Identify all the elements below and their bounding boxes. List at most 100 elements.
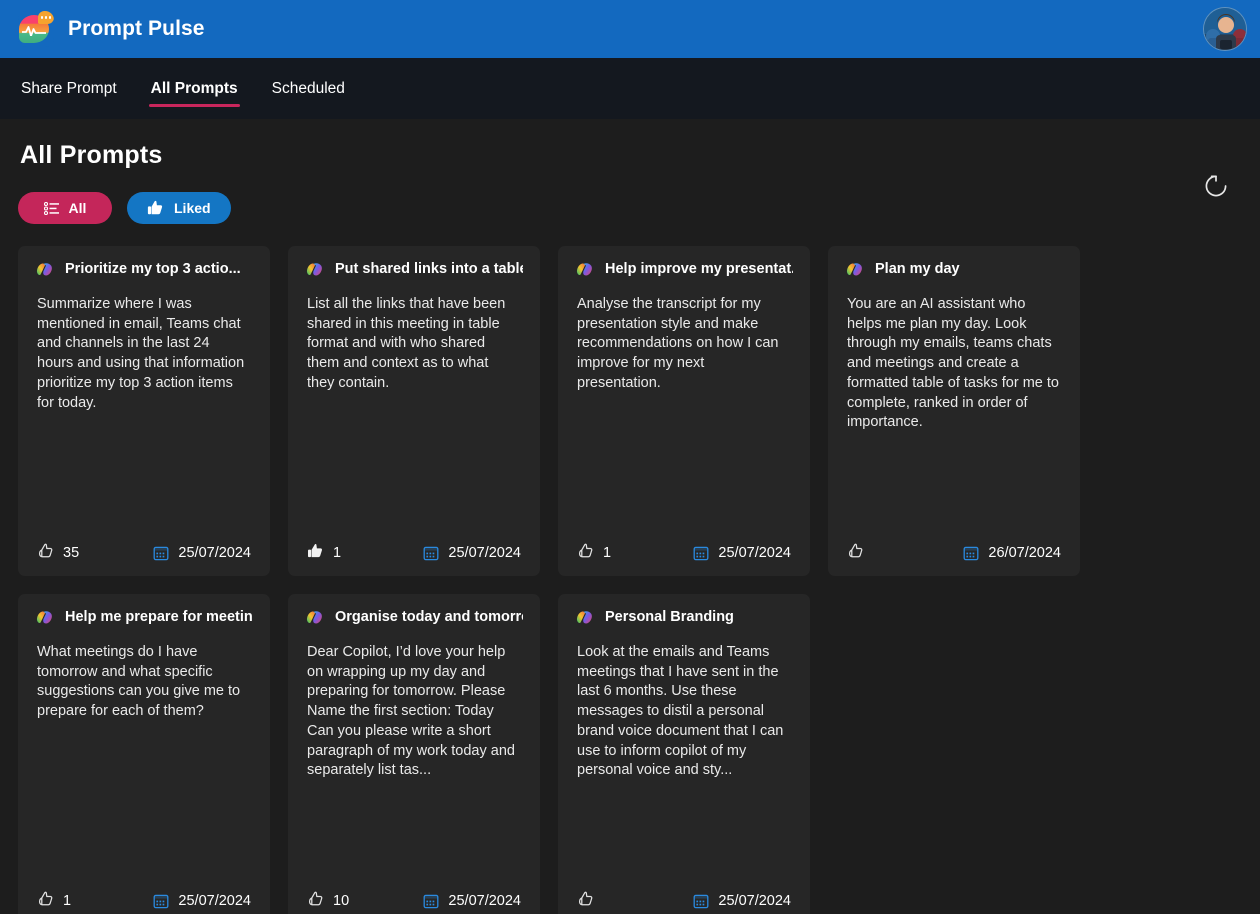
card-header: Prioritize my top 3 actio... (35, 260, 253, 279)
card-footer: 26/07/2024 (845, 530, 1063, 576)
card-footer: 1 25/07/2024 (575, 530, 793, 576)
tab-all-prompts-label: All Prompts (150, 79, 238, 97)
card-header: Plan my day (845, 260, 1063, 279)
card-body: You are an AI assistant who helps me pla… (847, 296, 1059, 431)
tab-all-prompts[interactable]: All Prompts (134, 58, 255, 119)
calendar-icon (423, 893, 439, 909)
brand: Prompt Pulse (18, 11, 205, 47)
filter-row: All Liked (18, 175, 1242, 224)
microsoft-copilot-icon (845, 260, 864, 279)
filter-liked-button[interactable]: Liked (127, 192, 231, 224)
prompt-card[interactable]: Plan my day You are an AI assistant who … (828, 246, 1080, 576)
filter-all-label: All (68, 200, 87, 216)
app-header: Prompt Pulse (0, 0, 1260, 58)
date-text: 25/07/2024 (178, 893, 251, 909)
card-body: Dear Copilot, I’d love your help on wrap… (307, 644, 515, 779)
date-group: 25/07/2024 (423, 545, 521, 561)
prompt-card[interactable]: Help me prepare for meetings What meetin… (18, 594, 270, 914)
like-count: 1 (603, 545, 612, 561)
microsoft-copilot-icon (575, 260, 594, 279)
app-title: Prompt Pulse (68, 17, 205, 40)
date-text: 26/07/2024 (988, 545, 1061, 561)
prompt-card[interactable]: Organise today and tomorrow Dear Copilot… (288, 594, 540, 914)
microsoft-copilot-icon (35, 608, 54, 627)
microsoft-copilot-icon (35, 260, 54, 279)
microsoft-copilot-icon (575, 608, 594, 627)
like-button[interactable]: 1 (307, 543, 341, 564)
card-body: List all the links that have been shared… (307, 296, 506, 391)
page-title: All Prompts (20, 141, 163, 169)
card-body: Analyse the transcript for my presentati… (577, 296, 779, 391)
thumbs-up-outline-icon (37, 891, 54, 912)
like-button[interactable] (577, 891, 607, 912)
thumbs-up-outline-icon (37, 543, 54, 564)
like-button[interactable]: 10 (307, 891, 349, 912)
card-header: Put shared links into a table (305, 260, 523, 279)
calendar-icon (693, 893, 709, 909)
date-group: 25/07/2024 (153, 893, 251, 909)
tab-share-prompt[interactable]: Share Prompt (4, 58, 134, 119)
calendar-icon (423, 545, 439, 561)
list-bullet-icon (43, 201, 59, 215)
prompt-card[interactable]: Prioritize my top 3 actio... Summarize w… (18, 246, 270, 576)
like-button[interactable]: 1 (577, 543, 611, 564)
like-button[interactable]: 1 (37, 891, 71, 912)
date-group: 25/07/2024 (693, 545, 791, 561)
prompt-card-grid: Prioritize my top 3 actio... Summarize w… (18, 246, 1242, 914)
card-header: Help me prepare for meetings (35, 608, 253, 627)
card-body: Look at the emails and Teams meetings th… (577, 644, 784, 779)
tab-scheduled[interactable]: Scheduled (255, 58, 362, 119)
card-title: Personal Branding (605, 608, 734, 625)
card-footer: 25/07/2024 (575, 878, 793, 914)
microsoft-copilot-icon (305, 608, 324, 627)
date-text: 25/07/2024 (718, 545, 791, 561)
card-footer: 10 25/07/2024 (305, 878, 523, 914)
prompt-card[interactable]: Put shared links into a table List all t… (288, 246, 540, 576)
card-body: Summarize where I was mentioned in email… (37, 296, 245, 411)
date-group: 25/07/2024 (153, 545, 251, 561)
date-text: 25/07/2024 (448, 893, 521, 909)
prompt-card[interactable]: Personal Branding Look at the emails and… (558, 594, 810, 914)
like-button[interactable]: 35 (37, 543, 79, 564)
microsoft-copilot-icon (305, 260, 324, 279)
like-count: 35 (63, 545, 80, 561)
card-footer: 1 25/07/2024 (35, 878, 253, 914)
main-content: All Prompts All Liked Prioritize my top … (0, 119, 1260, 914)
card-title: Prioritize my top 3 actio... (65, 260, 241, 277)
card-header: Help improve my presentat... (575, 260, 793, 279)
date-text: 25/07/2024 (718, 893, 791, 909)
calendar-icon (153, 893, 169, 909)
refresh-button[interactable] (1199, 170, 1233, 204)
thumbs-up-outline-icon (307, 891, 324, 912)
card-footer: 1 25/07/2024 (305, 530, 523, 576)
thumbs-up-filled-icon (147, 200, 164, 216)
avatar[interactable] (1203, 7, 1247, 51)
thumbs-up-filled-icon (307, 543, 324, 564)
like-count: 1 (63, 893, 72, 909)
card-title: Help me prepare for meetings (65, 608, 253, 625)
card-header: Organise today and tomorrow (305, 608, 523, 627)
card-title: Organise today and tomorrow (335, 608, 523, 625)
like-button[interactable] (847, 543, 877, 564)
card-body: What meetings do I have tomorrow and wha… (37, 644, 241, 720)
refresh-circle-arrow-icon (1202, 172, 1230, 203)
tab-share-prompt-label: Share Prompt (21, 79, 117, 97)
filter-all-button[interactable]: All (18, 192, 112, 224)
card-footer: 35 25/07/2024 (35, 530, 253, 576)
tab-scheduled-label: Scheduled (271, 79, 345, 97)
card-title: Plan my day (875, 260, 960, 277)
nav-tabs: Share Prompt All Prompts Scheduled (0, 58, 1260, 119)
thumbs-up-outline-icon (577, 543, 594, 564)
like-count: 10 (333, 893, 350, 909)
date-group: 25/07/2024 (423, 893, 521, 909)
calendar-icon (153, 545, 169, 561)
calendar-icon (963, 545, 979, 561)
thumbs-up-outline-icon (577, 891, 594, 912)
date-group: 26/07/2024 (963, 545, 1061, 561)
date-text: 25/07/2024 (178, 545, 251, 561)
pulse-chat-bubble-logo-icon (18, 11, 54, 47)
calendar-icon (693, 545, 709, 561)
card-header: Personal Branding (575, 608, 793, 627)
card-title: Put shared links into a table (335, 260, 523, 277)
prompt-card[interactable]: Help improve my presentat... Analyse the… (558, 246, 810, 576)
